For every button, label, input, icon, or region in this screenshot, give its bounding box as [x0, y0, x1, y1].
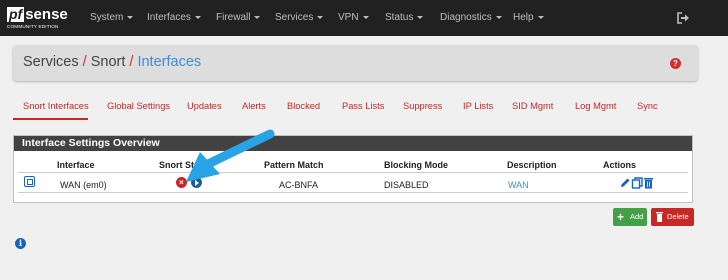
- tab-snort-interfaces[interactable]: Snort Interfaces: [23, 101, 89, 111]
- active-tab-indicator: [13, 118, 88, 120]
- panel-title: Interface Settings Overview: [14, 136, 692, 151]
- tab-log-mgmt[interactable]: Log Mgmt: [575, 101, 616, 111]
- chevron-down-icon: [127, 15, 134, 19]
- pencil-icon[interactable]: [619, 177, 631, 189]
- breadcrumb-panel: Services / Snort / Interfaces ?: [13, 45, 698, 81]
- arrow-annotation-icon: [186, 129, 275, 182]
- tab-suppress[interactable]: Suppress: [403, 101, 442, 111]
- nav-interfaces[interactable]: Interfaces: [147, 0, 201, 36]
- trash-icon[interactable]: [643, 177, 654, 189]
- logo-edition: COMMUNITY EDITION: [7, 24, 59, 29]
- tab-alerts[interactable]: Alerts: [242, 101, 266, 111]
- cell-description[interactable]: WAN: [508, 180, 529, 190]
- pfsense-logo[interactable]: pf sense COMMUNITY EDITION: [7, 6, 68, 32]
- add-button[interactable]: + Add: [613, 208, 647, 226]
- breadcrumb-separator: /: [82, 54, 87, 70]
- breadcrumb: Services / Snort / Interfaces: [23, 54, 201, 70]
- column-header-actions: Actions: [603, 160, 637, 170]
- column-header-blocking-mode: Blocking Mode: [384, 160, 449, 170]
- breadcrumb-interfaces[interactable]: Interfaces: [137, 54, 201, 70]
- top-navbar: pf sense COMMUNITY EDITION System Interf…: [0, 0, 728, 36]
- tab-global-settings[interactable]: Global Settings: [107, 101, 170, 111]
- row-divider: [18, 192, 688, 193]
- cell-pattern-match: AC-BNFA: [279, 180, 319, 190]
- tab-pass-lists[interactable]: Pass Lists: [342, 101, 384, 111]
- chevron-down-icon: [495, 15, 502, 19]
- chevron-down-icon: [417, 15, 424, 19]
- logo-pf: pf: [7, 6, 25, 22]
- tab-updates[interactable]: Updates: [187, 101, 222, 111]
- chevron-down-icon: [254, 15, 261, 19]
- column-header-interface: Interface: [57, 160, 95, 170]
- breadcrumb-snort[interactable]: Snort: [91, 54, 126, 70]
- tab-sid-mgmt[interactable]: SID Mgmt: [512, 101, 553, 111]
- nav-diagnostics[interactable]: Diagnostics: [440, 0, 502, 36]
- help-icon[interactable]: ?: [670, 58, 681, 69]
- chevron-down-icon: [362, 15, 369, 19]
- row-select-checkbox[interactable]: [24, 176, 35, 187]
- trash-icon: [656, 212, 663, 222]
- delete-button[interactable]: Delete: [651, 208, 694, 226]
- logo-sense: sense: [25, 6, 68, 23]
- nav-system[interactable]: System: [90, 0, 134, 36]
- plus-icon: +: [617, 210, 625, 224]
- nav-firewall[interactable]: Firewall: [216, 0, 261, 36]
- cell-interface: WAN (em0): [60, 180, 107, 190]
- cell-blocking-mode: DISABLED: [384, 180, 429, 190]
- tab-ip-lists[interactable]: IP Lists: [463, 101, 493, 111]
- tab-sync[interactable]: Sync: [637, 101, 658, 111]
- chevron-down-icon: [317, 15, 324, 19]
- info-icon[interactable]: i: [15, 238, 26, 249]
- breadcrumb-separator: /: [129, 54, 134, 70]
- column-header-description: Description: [507, 160, 557, 170]
- nav-help[interactable]: Help: [513, 0, 544, 36]
- nav-services[interactable]: Services: [275, 0, 324, 36]
- nav-status[interactable]: Status: [385, 0, 424, 36]
- breadcrumb-services[interactable]: Services: [23, 54, 79, 70]
- chevron-down-icon: [537, 15, 544, 19]
- row-divider: [18, 172, 688, 173]
- logout-icon[interactable]: [677, 12, 691, 24]
- nav-vpn[interactable]: VPN: [338, 0, 369, 36]
- tab-blocked[interactable]: Blocked: [287, 101, 320, 111]
- copy-icon[interactable]: [631, 177, 643, 189]
- interface-settings-panel: Interface Settings Overview Interface Sn…: [13, 135, 693, 203]
- chevron-down-icon: [194, 15, 201, 19]
